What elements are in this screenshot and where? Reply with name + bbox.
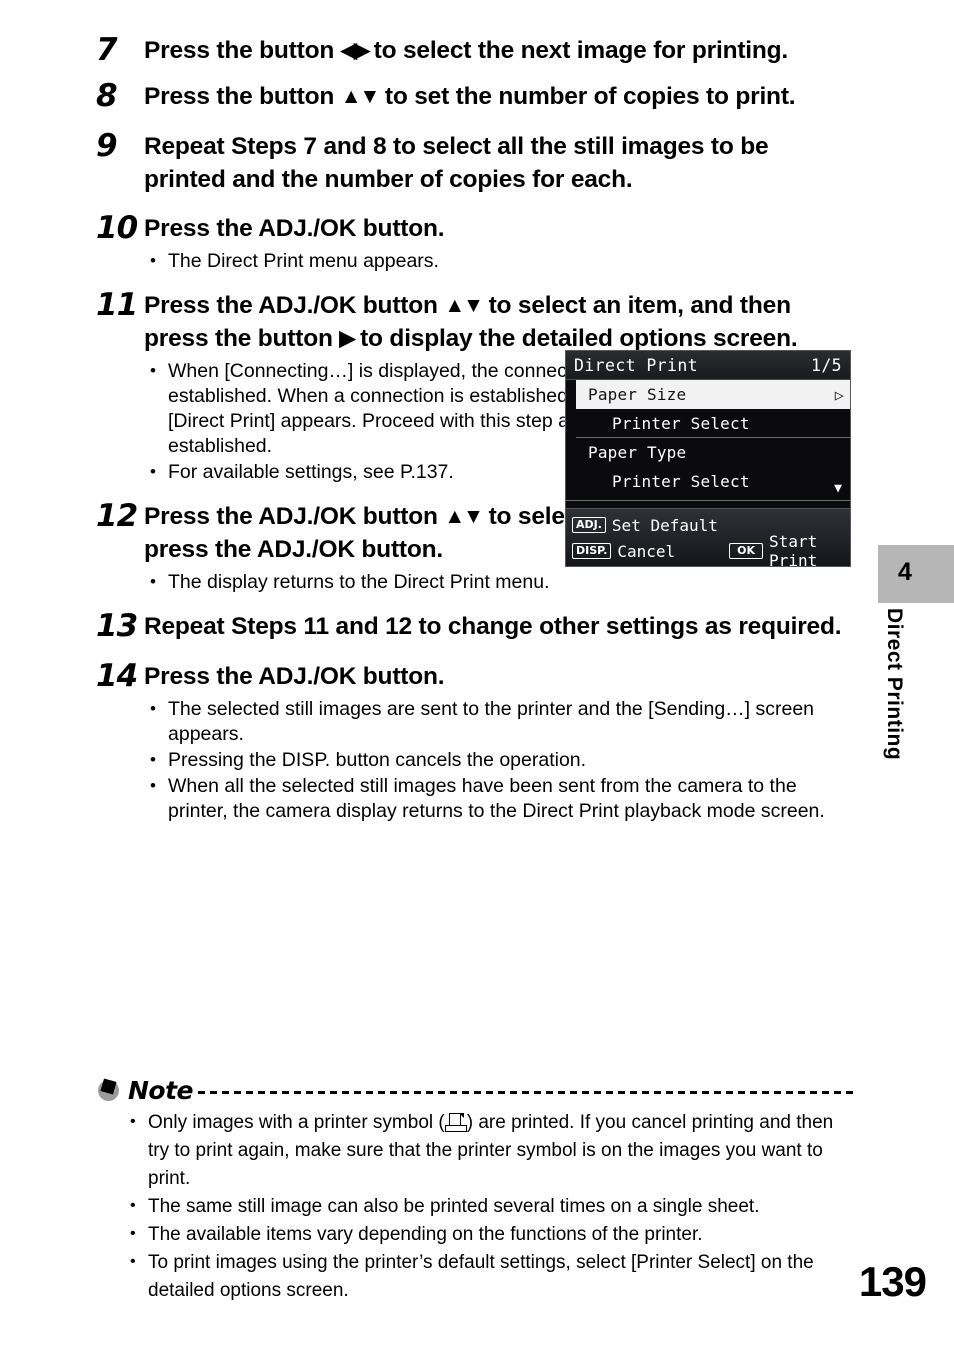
lcd-menu-item-label: Paper Size: [588, 385, 687, 404]
step-title: Press the ADJ./OK button.: [144, 663, 445, 690]
lcd-menu-item-paper-size[interactable]: Paper Size ▷: [576, 380, 850, 409]
step-8: 8 Press the button ▲▼ to set the number …: [96, 78, 856, 114]
printer-fold: [458, 1113, 464, 1118]
step-body: Press the button ◀▶ to select the next i…: [144, 34, 856, 67]
printer-symbol-icon: [444, 1113, 467, 1132]
step-body: Press the ADJ./OK button. The Direct Pri…: [144, 212, 856, 275]
page-number: 139: [858, 1258, 927, 1305]
chevron-right-icon: ▷: [834, 385, 844, 404]
bullet-item: When all the selected still images have …: [144, 773, 856, 824]
note-dashed-rule: [198, 1082, 856, 1098]
step-number: 8: [96, 78, 118, 114]
step-title: Press the button ◀▶ to select the next i…: [144, 34, 856, 67]
right-arrow-icon: ▶: [339, 327, 355, 350]
bullet-item: Pressing the DISP. button cancels the op…: [144, 747, 856, 773]
step-title: Press the ADJ./OK button ▲▼ to select an…: [144, 289, 856, 355]
note-item-text-before: Only images with a printer symbol (: [148, 1112, 445, 1133]
step-number: 7: [96, 32, 118, 68]
step-body: Press the ADJ./OK button. The selected s…: [144, 660, 856, 825]
note-item: To print images using the printer’s defa…: [96, 1248, 856, 1305]
step-title: Repeat Steps 11 and 12 to change other s…: [144, 613, 842, 640]
step-bullets: The display returns to the Direct Print …: [144, 569, 856, 595]
note-item: The same still image can also be printed…: [96, 1192, 856, 1221]
note-icon: [96, 1077, 122, 1103]
step-title-text-after: to set the number of copies to print.: [378, 83, 796, 110]
lcd-menu-value-label: Printer Select: [612, 413, 750, 433]
ok-action-label: Start Print: [769, 532, 818, 567]
lcd-menu-list: Paper Size ▷ Printer Select Paper Type P…: [566, 380, 850, 500]
step-number: 9: [96, 128, 118, 164]
up-down-arrow-icon: ▲▼: [340, 85, 381, 108]
printer-base: [444, 1125, 467, 1132]
chapter-label: Direct Printing: [883, 608, 906, 761]
bullet-item: The Direct Print menu appears.: [144, 248, 856, 274]
lcd-menu-item-label: Paper Type: [588, 443, 687, 462]
step-10: 10 Press the ADJ./OK button. The Direct …: [96, 210, 856, 275]
step-title-text-after: to display the detailed options screen.: [353, 325, 798, 352]
step-title-text: Press the ADJ./OK button: [144, 503, 445, 530]
step-title-text-after: to select the next image for printing.: [367, 37, 789, 64]
step-14: 14 Press the ADJ./OK button. The selecte…: [96, 658, 856, 825]
step-title-text: Press the button: [144, 83, 341, 110]
step-7: 7 Press the button ◀▶ to select the next…: [96, 32, 856, 68]
step-number: 13: [96, 608, 138, 644]
lcd-title: Direct Print: [574, 355, 699, 375]
step-9: 9 Repeat Steps 7 and 8 to select all the…: [96, 128, 856, 196]
note-list: Only images with a printer symbol () are…: [96, 1108, 856, 1305]
left-right-arrow-icon: ◀▶: [340, 39, 370, 62]
lcd-menu-value-paper-type: Printer Select: [576, 467, 850, 496]
up-down-arrow-icon: ▲▼: [444, 294, 484, 317]
lcd-disp-ok-row[interactable]: DISP. Cancel OK Start Print: [572, 532, 844, 566]
note-block: Note Only images with a printer symbol (…: [96, 1075, 856, 1305]
note-heading: Note: [128, 1075, 194, 1105]
ok-group[interactable]: OK Start Print: [729, 532, 844, 567]
document-page: 7 Press the button ◀▶ to select the next…: [0, 0, 954, 1345]
step-title-text: Press the button: [144, 37, 341, 64]
adj-key-icon: ADJ.: [572, 517, 606, 533]
chapter-number: 4: [898, 558, 912, 586]
step-number: 14: [96, 658, 138, 694]
step-body: Repeat Steps 11 and 12 to change other s…: [144, 610, 856, 643]
step-bullets: The Direct Print menu appears.: [144, 248, 856, 274]
step-title-text: Press the ADJ./OK button: [144, 292, 445, 319]
note-heading-row: Note: [96, 1075, 856, 1105]
lcd-menu-item-paper-type[interactable]: Paper Type: [576, 438, 850, 467]
bullet-item: The selected still images are sent to th…: [144, 696, 856, 747]
step-title: Repeat Steps 7 and 8 to select all the s…: [144, 133, 769, 193]
step-bullets: The selected still images are sent to th…: [144, 696, 856, 824]
step-number: 12: [96, 498, 138, 534]
chapter-tab: [878, 545, 954, 603]
lcd-menu-value-paper-size: Printer Select: [576, 409, 850, 438]
up-down-arrow-icon: ▲▼: [444, 505, 484, 528]
adj-action-label: Set Default: [611, 515, 718, 535]
disp-action-label: Cancel: [617, 541, 676, 561]
step-body: Repeat Steps 7 and 8 to select all the s…: [144, 130, 856, 196]
step-title: Press the ADJ./OK button.: [144, 215, 445, 242]
scroll-down-icon[interactable]: ▼: [834, 482, 842, 495]
step-13: 13 Repeat Steps 11 and 12 to change othe…: [96, 608, 856, 644]
step-body: Press the button ▲▼ to set the number of…: [144, 80, 856, 113]
camera-lcd-screenshot: Direct Print 1/5 Paper Size ▷ Printer Se…: [565, 350, 851, 567]
step-number: 10: [96, 210, 138, 246]
lcd-menu-value-label: Printer Select: [612, 472, 750, 491]
note-item: The available items vary depending on th…: [96, 1220, 856, 1249]
bullet-item: The display returns to the Direct Print …: [144, 569, 856, 595]
disp-key-icon: DISP.: [572, 543, 612, 559]
step-number: 11: [96, 287, 138, 323]
lcd-page-indicator: 1/5: [810, 355, 842, 375]
lcd-footer: ADJ. Set Default DISP. Cancel OK Start P…: [566, 508, 850, 566]
lcd-header: Direct Print 1/5: [566, 351, 850, 380]
step-title: Press the button ▲▼ to set the number of…: [144, 80, 856, 113]
note-item: Only images with a printer symbol () are…: [96, 1108, 856, 1193]
ok-key-icon: OK: [729, 543, 764, 559]
